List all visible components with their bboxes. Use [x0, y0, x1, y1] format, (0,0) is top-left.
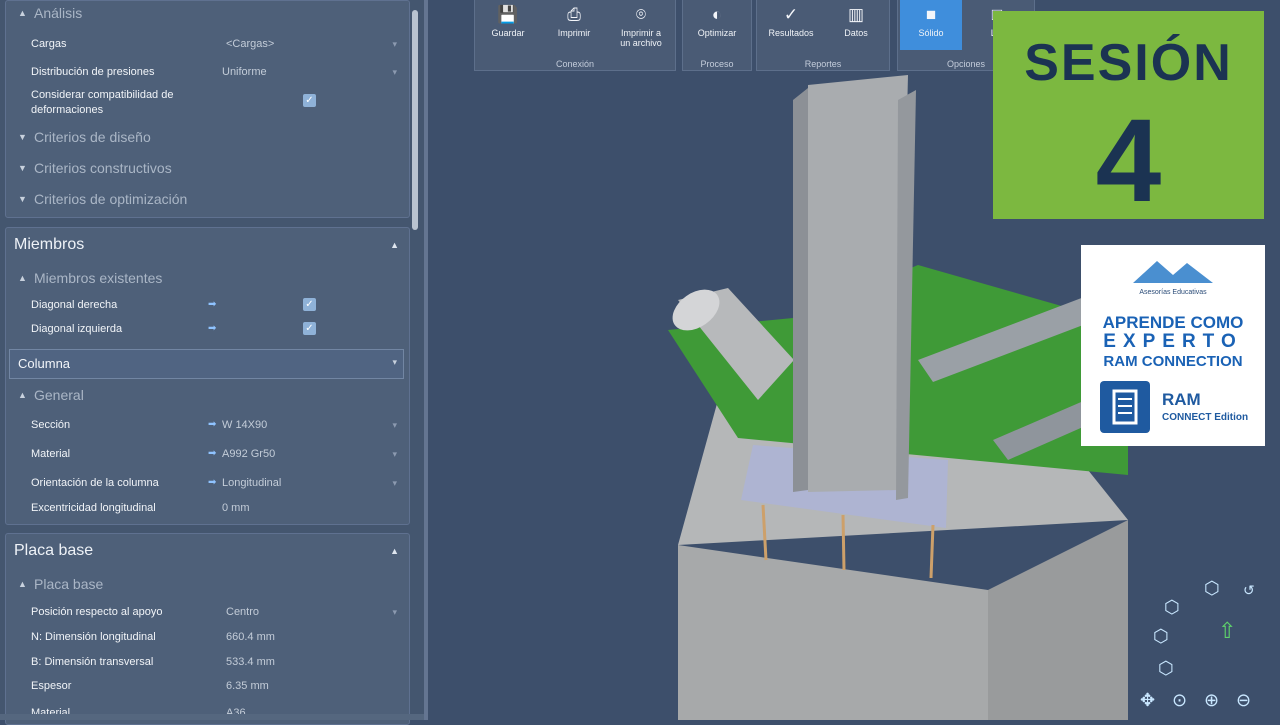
collapse-base-plate-icon[interactable]: ▲	[390, 546, 399, 556]
save-button[interactable]: 💾 Guardar	[479, 0, 537, 50]
view-cube-icon[interactable]: ⬡	[1158, 658, 1174, 679]
length-dimension-row[interactable]: N: Dimensión longitudinal 660.4 mm	[6, 626, 409, 648]
eccentricity-row[interactable]: Excentricidad longitudinal 0 mm	[6, 497, 409, 519]
session-number: 4	[1095, 95, 1162, 227]
analysis-header[interactable]: ▲ Análisis	[6, 1, 409, 25]
mountain-logo-icon	[1133, 261, 1213, 283]
group-process: Proceso	[700, 59, 734, 69]
ribbon-connection: 💾 Guardar ⎙ Imprimir ⌾ Imprimir a un arc…	[474, 0, 676, 71]
arrow-right-icon[interactable]: ➡	[208, 294, 216, 316]
diagonal-left-checkbox[interactable]: ✓	[303, 322, 316, 335]
chevron-down-icon[interactable]: ▾	[392, 357, 397, 368]
anchor-rod	[841, 514, 846, 571]
compatibility-row[interactable]: Considerar compatibilidad de deformacion…	[6, 85, 409, 119]
members-card: Miembros ▲ ▲ Miembros existentes Diagona…	[5, 227, 410, 525]
chevron-up-icon: ▲	[18, 8, 27, 18]
width-dimension-row[interactable]: B: Dimensión transversal 533.4 mm	[6, 651, 409, 673]
zoom-out-icon[interactable]: ⊖	[1236, 690, 1251, 711]
general-header[interactable]: ▲ General	[6, 383, 409, 407]
view-cube-icon[interactable]: ⬡	[1204, 578, 1220, 599]
arrow-right-icon[interactable]: ➡	[208, 472, 216, 494]
camera-icon: ⌾	[635, 5, 647, 24]
anchor-rod	[929, 524, 935, 579]
panel-scrollbar[interactable]	[412, 10, 418, 230]
column-left-flange	[793, 88, 808, 492]
pressure-distribution-select[interactable]: Uniforme	[222, 61, 267, 83]
course-promo-card: Asesorías Educativas APRENDE COMO EXPERT…	[1081, 245, 1265, 446]
zoom-window-icon[interactable]: ⊙	[1172, 690, 1187, 711]
pedestal-front	[678, 545, 988, 720]
loads-select[interactable]: <Cargas>	[226, 33, 274, 55]
ribbon-process: ◐ Optimizar Proceso	[682, 0, 752, 71]
base-plate-title: Placa base	[14, 542, 94, 559]
construction-criteria-header[interactable]: ▼ Criterios constructivos	[6, 156, 409, 180]
axis-triad-icon[interactable]: ⇧	[1218, 618, 1236, 644]
cube-solid-icon: ■	[925, 5, 937, 24]
member-selector[interactable]: Columna ▾	[9, 349, 404, 379]
results-icon: ✓	[783, 5, 799, 24]
diagonal-right-checkbox[interactable]: ✓	[303, 298, 316, 311]
chevron-down-icon[interactable]: ▾	[392, 33, 397, 55]
data-button[interactable]: ▥ Datos	[827, 0, 885, 50]
chevron-up-icon: ▲	[18, 390, 27, 400]
group-reports: Reportes	[804, 59, 842, 69]
arrow-right-icon[interactable]: ➡	[208, 443, 216, 465]
save-icon: 💾	[497, 5, 519, 24]
optimization-criteria-header[interactable]: ▼ Criterios de optimización	[6, 187, 409, 211]
optimize-button[interactable]: ◐ Optimizar	[687, 0, 747, 50]
material-row[interactable]: Material ➡ A992 Gr50 ▾	[6, 443, 409, 465]
base-plate-card: Placa base ▲ ▲ Placa base Posición respe…	[5, 533, 410, 725]
chevron-up-icon: ▲	[18, 579, 27, 589]
pedestal-side	[988, 520, 1128, 720]
ribbon-reports: ✓ Resultados ▥ Datos Reportes	[756, 0, 890, 71]
print-icon: ⎙	[567, 5, 581, 24]
analysis-card: ▲ Análisis Cargas <Cargas> ▾ Distribució…	[5, 0, 410, 218]
existing-members-header[interactable]: ▲ Miembros existentes	[6, 266, 409, 290]
members-title: Miembros	[14, 236, 85, 253]
panel-bottom-strip	[0, 714, 424, 720]
chevron-down-icon[interactable]: ▾	[392, 472, 397, 494]
design-criteria-header[interactable]: ▼ Criterios de diseño	[6, 125, 409, 149]
print-to-file-button[interactable]: ⌾ Imprimir a un archivo	[611, 0, 671, 50]
base-plate-header[interactable]: ▲ Placa base	[6, 572, 409, 596]
diagonal-left-row[interactable]: Diagonal izquierda ➡ ✓	[6, 318, 409, 340]
chevron-up-icon: ▲	[18, 273, 27, 283]
chevron-down-icon[interactable]: ▾	[392, 61, 397, 83]
ram-logo-icon	[1100, 381, 1150, 433]
rotate-icon[interactable]: ↺	[1243, 582, 1255, 599]
pressure-distribution-row[interactable]: Distribución de presiones Uniforme ▾	[6, 61, 409, 83]
arrow-right-icon[interactable]: ➡	[208, 318, 216, 340]
section-row[interactable]: Sección ➡ W 14X90 ▾	[6, 414, 409, 436]
optimize-icon: ◐	[711, 5, 723, 24]
chevron-down-icon: ▼	[18, 194, 27, 204]
diagonal-right-row[interactable]: Diagonal derecha ➡ ✓	[6, 294, 409, 316]
thickness-row[interactable]: Espesor 6.35 mm	[6, 675, 409, 697]
support-position-row[interactable]: Posición respecto al apoyo Centro ▾	[6, 601, 409, 623]
properties-panel: ▲ Análisis Cargas <Cargas> ▾ Distribució…	[0, 0, 424, 725]
session-badge: SESIÓN 4	[993, 11, 1264, 227]
plate-material-row[interactable]: Material A36	[6, 702, 409, 724]
view-cube-icon[interactable]: ⬡	[1153, 626, 1169, 647]
data-icon: ▥	[847, 5, 865, 24]
arrow-right-icon[interactable]: ➡	[208, 414, 216, 436]
column-orientation-row[interactable]: Orientación de la columna ➡ Longitudinal…	[6, 472, 409, 494]
chevron-down-icon: ▼	[18, 163, 27, 173]
solid-view-button[interactable]: ■ Sólido	[900, 0, 962, 50]
chevron-down-icon[interactable]: ▾	[392, 443, 397, 465]
column-web	[808, 75, 908, 492]
results-button[interactable]: ✓ Resultados	[761, 0, 821, 50]
loads-row[interactable]: Cargas <Cargas> ▾	[6, 33, 409, 55]
compatibility-checkbox[interactable]: ✓	[303, 94, 316, 107]
pan-icon[interactable]: ✥	[1140, 690, 1155, 711]
print-button[interactable]: ⎙ Imprimir	[545, 0, 603, 50]
chevron-down-icon: ▼	[18, 132, 27, 142]
chevron-down-icon[interactable]: ▾	[392, 414, 397, 436]
collapse-members-icon[interactable]: ▲	[390, 240, 399, 250]
session-label: SESIÓN	[1024, 34, 1233, 92]
group-connection: Conexión	[555, 59, 595, 69]
zoom-in-icon[interactable]: ⊕	[1204, 690, 1219, 711]
chevron-down-icon[interactable]: ▾	[392, 601, 397, 623]
view-cube-icon[interactable]: ⬡	[1164, 597, 1180, 618]
